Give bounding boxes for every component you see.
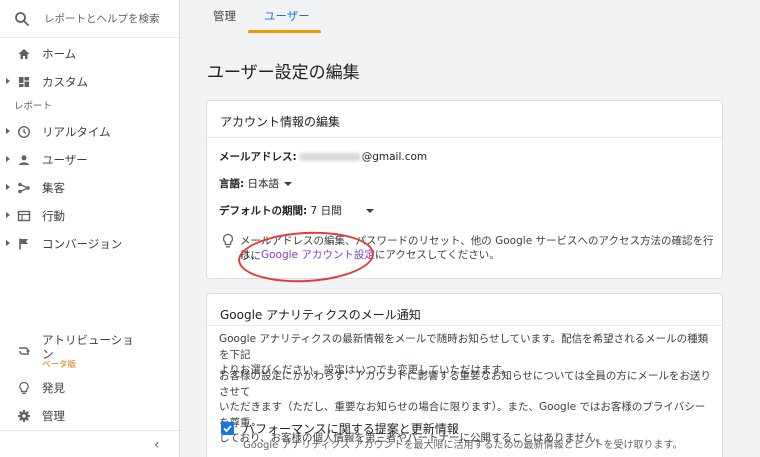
sidebar-item-label: アトリビューショ (42, 333, 134, 347)
account-tip-text-2: は、Google アカウント設定にアクセスしてください。 (240, 247, 500, 262)
sidebar-item-conversions[interactable]: コンバージョン (0, 230, 179, 258)
account-info-card: アカウント情報の編集 メールアドレス: @gmail.com 言語: 日本語 デフ… (206, 100, 723, 279)
lightbulb-icon (222, 233, 234, 248)
sidebar-item-custom[interactable]: カスタム (0, 68, 179, 96)
period-label: デフォルトの期間: (219, 205, 308, 217)
dashboard-icon (19, 77, 29, 87)
dropdown-arrow-icon (284, 182, 293, 186)
privacy-line: お客様の設定にかかわらず、アカウントに影響する重要なお知らせについては全員の方に… (219, 370, 711, 398)
sidebar-item-admin[interactable]: 管理 (0, 402, 179, 430)
dropdown-arrow-icon (365, 209, 374, 213)
sidebar-item-label: 発見 (42, 381, 65, 395)
check-icon (223, 425, 232, 433)
default-period-row: デフォルトの期間: 7 日間 (219, 203, 374, 218)
sidebar-item-acquisition[interactable]: 集客 (0, 174, 179, 202)
expand-caret-icon (6, 212, 10, 218)
card-title: Google アナリティクスのメール通知 (220, 308, 421, 322)
expand-caret-icon (6, 240, 10, 246)
acquisition-icon (18, 182, 30, 194)
expand-caret-icon (6, 184, 10, 190)
performance-updates-checkbox[interactable] (221, 422, 234, 435)
divider (207, 325, 722, 326)
email-label: メールアドレス: (219, 151, 297, 163)
sidebar: レポートとヘルプを検索 ホーム カスタム レポート リアルタイム ユーザー 集客… (0, 0, 180, 457)
sidebar-item-label: コンバージョン (42, 237, 123, 251)
period-dropdown[interactable]: 7 日間 (311, 205, 374, 217)
expand-caret-icon (6, 78, 10, 84)
home-icon (18, 49, 30, 59)
behavior-icon (17, 210, 31, 222)
intro-line: Google アナリティクスの最新情報をメールで随時お知らせしています。配信を希… (219, 333, 709, 361)
tip-suffix: にアクセスしてください。 (374, 249, 500, 261)
section-label-reports: レポート (14, 101, 53, 112)
google-account-settings-link[interactable]: Google アカウント設定 (261, 249, 375, 261)
search-icon (15, 11, 30, 26)
divider (207, 137, 722, 138)
search-placeholder: レポートとヘルプを検索 (44, 13, 160, 25)
beta-badge: ベータ版 (42, 360, 77, 370)
sidebar-item-realtime[interactable]: リアルタイム (0, 118, 179, 146)
chevron-left-icon: ‹ (154, 437, 160, 453)
sidebar-item-label: リアルタイム (42, 125, 111, 139)
sidebar-item-attribution[interactable]: アトリビューショ ン ベータ版 (0, 326, 179, 374)
sidebar-item-home[interactable]: ホーム (0, 40, 179, 68)
sidebar-item-label: 集客 (42, 181, 65, 195)
sidebar-item-label: ユーザー (42, 153, 88, 167)
tip-prefix: は、 (240, 249, 261, 261)
sidebar-item-users[interactable]: ユーザー (0, 146, 179, 174)
language-value: 日本語 (247, 178, 280, 190)
language-dropdown[interactable]: 日本語 (248, 178, 293, 190)
sidebar-item-label: 管理 (42, 409, 65, 423)
period-value: 7 日間 (310, 205, 342, 217)
email-domain: @gmail.com (361, 151, 428, 163)
collapse-sidebar-button[interactable]: ‹ (0, 430, 179, 457)
sidebar-item-behavior[interactable]: 行動 (0, 202, 179, 230)
expand-caret-icon (6, 128, 10, 134)
clock-icon (17, 125, 31, 139)
top-tabs: 管理 ユーザー (180, 0, 760, 33)
sidebar-bottom: アトリビューショ ン ベータ版 発見 管理 (0, 326, 179, 430)
sidebar-item-discover[interactable]: 発見 (0, 374, 179, 402)
sidebar-item-label: 行動 (42, 209, 65, 223)
attribution-icon (19, 347, 30, 355)
page-title: ユーザー設定の編集 (207, 63, 360, 83)
email-row: メールアドレス: @gmail.com (219, 149, 427, 164)
active-tab-indicator (248, 30, 321, 33)
search-box[interactable]: レポートとヘルプを検索 (0, 0, 179, 38)
tab-admin[interactable]: 管理 (213, 8, 236, 24)
flag-icon (19, 238, 28, 250)
tab-user[interactable]: ユーザー (264, 8, 310, 24)
gear-icon (18, 410, 30, 422)
email-notification-card: Google アナリティクスのメール通知 Google アナリティクスの最新情報… (206, 293, 723, 457)
option-description: Google アナリティクス アカウントを最大限に活用するための最新情報とヒント… (243, 440, 683, 451)
sidebar-item-label: ホーム (42, 47, 77, 61)
person-icon (19, 155, 29, 165)
language-row: 言語: 日本語 (219, 176, 293, 191)
language-label: 言語: (219, 178, 245, 190)
sidebar-item-label: カスタム (42, 75, 88, 89)
email-redacted (298, 153, 361, 161)
card-title: アカウント情報の編集 (220, 115, 341, 129)
expand-caret-icon (6, 156, 10, 162)
option-title: パフォーマンスに関する提案と更新情報 (243, 422, 459, 436)
lightbulb-icon (19, 381, 29, 394)
